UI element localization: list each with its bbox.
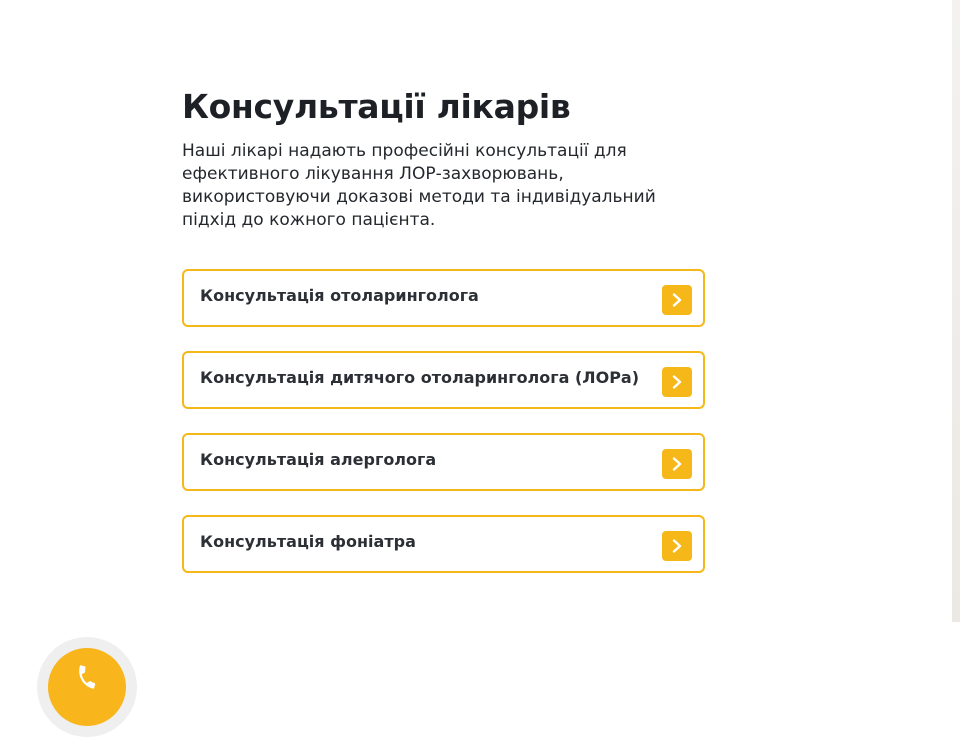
consultations-section: Консультації лікарів Наші лікарі надають… bbox=[182, 86, 705, 232]
consultation-card-otolaryngologist[interactable]: Консультація отоларинголога bbox=[182, 269, 705, 327]
chevron-right-icon[interactable] bbox=[662, 285, 692, 315]
chevron-right-icon[interactable] bbox=[662, 449, 692, 479]
consultation-card-label: Консультація алерголога bbox=[200, 450, 437, 469]
section-title: Консультації лікарів bbox=[182, 87, 571, 126]
consultation-card-pediatric-otolaryngologist[interactable]: Консультація дитячого отоларинголога (ЛО… bbox=[182, 351, 705, 409]
call-button-inner[interactable] bbox=[48, 648, 126, 726]
consultation-card-label: Консультація дитячого отоларинголога (ЛО… bbox=[200, 368, 640, 387]
consultation-card-allergist[interactable]: Консультація алерголога bbox=[182, 433, 705, 491]
phone-icon bbox=[79, 665, 96, 689]
call-button[interactable] bbox=[37, 637, 137, 737]
chevron-right-icon[interactable] bbox=[662, 531, 692, 561]
consultation-list: Консультація отоларинголога Консультація… bbox=[182, 269, 705, 597]
section-description: Наші лікарі надають професійні консульта… bbox=[182, 141, 656, 230]
consultation-card-phoniatrist[interactable]: Консультація фоніатра bbox=[182, 515, 705, 573]
chevron-right-icon[interactable] bbox=[662, 367, 692, 397]
consultation-card-label: Консультація отоларинголога bbox=[200, 286, 479, 305]
side-image-edge bbox=[952, 0, 960, 622]
consultation-card-label: Консультація фоніатра bbox=[200, 532, 416, 551]
